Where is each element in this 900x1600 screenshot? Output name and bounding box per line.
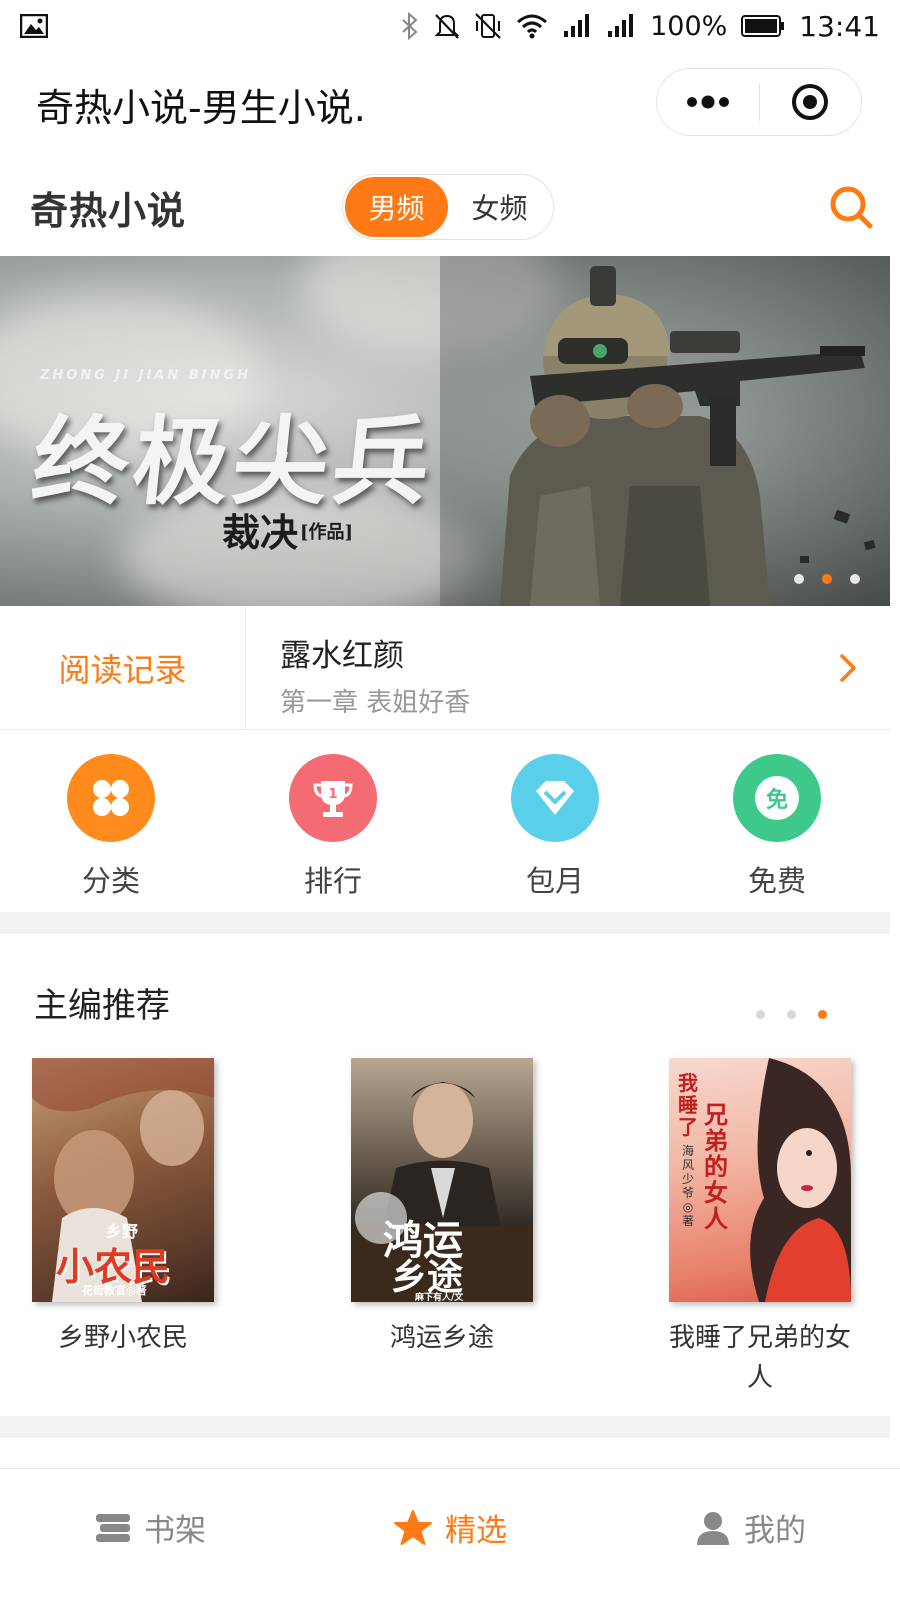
chevron-right-icon[interactable] (836, 650, 860, 686)
section-divider (0, 912, 890, 934)
status-bar: 100% 13:41 (0, 0, 900, 52)
category-nav: 分类 1 排行 包月 免 免费 (0, 730, 890, 920)
channel-switch: 男频 女频 (342, 174, 554, 240)
soldier-illustration (440, 256, 890, 606)
category-item-monthly[interactable]: 包月 (444, 730, 666, 920)
tab-profile[interactable]: 我的 (600, 1469, 900, 1600)
reading-record-row[interactable]: 阅读记录 露水红颜 第一章 表姐好香 (0, 606, 890, 730)
free-icon-text: 免 (765, 788, 788, 813)
category-item-free[interactable]: 免 免费 (666, 730, 888, 920)
banner-carousel[interactable]: ZHONG JI JIAN BINGH 终极尖兵 裁决 [作品] (0, 256, 890, 606)
bookshelf-icon (96, 1513, 130, 1542)
tab-male[interactable]: 男频 (345, 177, 448, 237)
capsule-menu (656, 68, 862, 136)
book-card[interactable]: 乡野 小农民 花街教官◎著 乡野小农民 (32, 1058, 214, 1358)
app-header: 奇热小说 男频 女频 (0, 156, 900, 256)
bluetooth-icon (402, 12, 418, 40)
tab-featured[interactable]: 精选 (300, 1469, 600, 1600)
section-pagination (756, 1010, 827, 1019)
user-icon (697, 1511, 729, 1545)
battery-icon (741, 15, 785, 37)
category-label: 免费 (747, 864, 806, 898)
miniprogram-header: 奇热小说-男生小说. (0, 52, 900, 156)
reading-record-label: 阅读记录 (0, 606, 246, 730)
cover-author: 海风少爷◎著 (681, 1144, 694, 1228)
trophy-icon: 1 (289, 754, 377, 842)
section-divider (0, 1416, 890, 1438)
pagination-dot[interactable] (794, 574, 804, 584)
pagination-dot-active[interactable] (818, 1010, 827, 1019)
pagination-dot-active[interactable] (822, 574, 832, 584)
close-miniprogram-button[interactable] (760, 69, 862, 135)
book-card[interactable]: 鸿运 乡途 麻下有人/文 鸿运乡途 (351, 1058, 533, 1358)
book-title[interactable]: 乡野小农民 (32, 1318, 214, 1358)
cover-author: 花街教官◎著 (82, 1284, 147, 1297)
signal-icon (608, 14, 634, 37)
target-icon (792, 84, 829, 120)
mute-icon (434, 14, 460, 39)
cover-text: 我睡了 (678, 1071, 698, 1139)
category-label: 排行 (303, 864, 362, 898)
signal-icon (564, 14, 590, 37)
image-icon (20, 14, 48, 38)
star-icon (394, 1509, 432, 1545)
grid-icon (67, 754, 155, 842)
battery-percent: 100% (650, 10, 728, 42)
book-card[interactable]: 我睡了 兄弟的女人 海风少爷◎著 我睡了兄弟的女人 (669, 1058, 851, 1398)
pagination-dot[interactable] (850, 574, 860, 584)
book-cover[interactable]: 乡野 小农民 花街教官◎著 (32, 1058, 214, 1302)
book-list: 乡野 小农民 花街教官◎著 乡野小农民 鸿运 乡途 麻下有人/文 鸿运乡途 我睡… (0, 1058, 890, 1393)
book-title[interactable]: 我睡了兄弟的女人 (669, 1318, 851, 1398)
pagination-dot[interactable] (787, 1010, 796, 1019)
banner-author: 裁决 (222, 510, 299, 555)
clock: 13:41 (799, 9, 880, 43)
banner-author-tag: [作品] (300, 522, 354, 543)
tab-label: 精选 (445, 1513, 507, 1549)
last-read-book-title: 露水红颜 (280, 638, 404, 674)
tab-label: 书架 (144, 1513, 206, 1549)
tab-bookshelf[interactable]: 书架 (0, 1469, 300, 1600)
category-item-ranking[interactable]: 1 排行 (222, 730, 444, 920)
diamond-icon (511, 754, 599, 842)
category-label: 包月 (525, 864, 584, 898)
banner-subtitle: ZHONG JI JIAN BINGH (40, 368, 251, 383)
more-dots-icon (686, 95, 729, 109)
book-cover[interactable]: 鸿运 乡途 麻下有人/文 (351, 1058, 533, 1302)
tab-label: 我的 (744, 1513, 806, 1549)
category-item-classify[interactable]: 分类 (0, 730, 222, 920)
page-title: 奇热小说-男生小说. (36, 85, 366, 130)
banner-pagination (794, 574, 860, 584)
book-title[interactable]: 鸿运乡途 (351, 1318, 533, 1358)
wifi-icon (517, 14, 548, 39)
pagination-dot[interactable] (756, 1010, 765, 1019)
cover-text: 兄弟的女人 (704, 1100, 728, 1233)
section-title: 主编推荐 (34, 986, 170, 1026)
svg-text:1: 1 (328, 787, 337, 802)
tab-female[interactable]: 女频 (448, 177, 551, 237)
vibrate-off-icon (475, 13, 501, 39)
category-label: 分类 (81, 864, 140, 898)
more-button[interactable] (657, 69, 759, 135)
app-logo: 奇热小说 (30, 189, 187, 233)
book-cover[interactable]: 我睡了 兄弟的女人 海风少爷◎著 (669, 1058, 851, 1302)
free-icon: 免 (733, 754, 821, 842)
last-read-chapter: 第一章 表姐好香 (280, 688, 471, 718)
search-icon[interactable] (828, 184, 874, 230)
cover-author: 麻下有人/文 (415, 1293, 464, 1302)
bottom-tab-bar: 书架 精选 我的 (0, 1468, 900, 1600)
